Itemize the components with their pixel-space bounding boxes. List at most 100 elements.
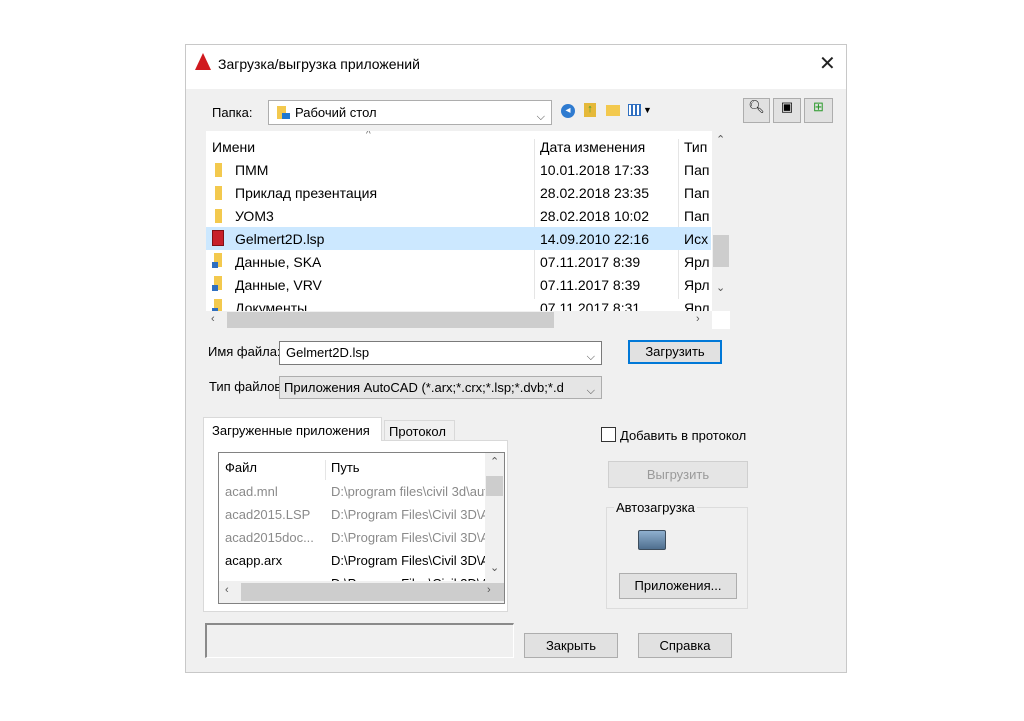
lsp-file-icon xyxy=(212,230,224,246)
file-row[interactable]: Gelmert2D.lsp 14.09.2010 22:16 Исх xyxy=(206,227,711,250)
file-row[interactable]: Данные, VRV 07.11.2017 8:39 Ярл xyxy=(206,273,711,296)
file-type: Пап xyxy=(684,208,710,224)
app-path: D:\Program Files\Civil 3D\AutoCAD 201 xyxy=(331,507,485,522)
autocad-logo-icon xyxy=(195,53,211,70)
loaded-app-row[interactable]: acad2015doc... D:\Program Files\Civil 3D\… xyxy=(219,526,485,549)
filetype-label: Тип файлов: xyxy=(209,379,285,394)
scroll-up-icon[interactable]: ⌃ xyxy=(490,455,499,468)
shortcut-arrow-icon xyxy=(212,262,218,268)
file-date: 14.09.2010 22:16 xyxy=(540,231,649,247)
loaded-list-vscroll[interactable]: ⌃ ⌄ xyxy=(485,453,504,581)
dropdown-arrow-icon[interactable]: ▼ xyxy=(643,105,652,115)
chevron-down-icon[interactable]: ⌵ xyxy=(587,346,595,368)
app-path: D:\Program Files\Civil 3D\AutoCAD 201 xyxy=(331,530,485,545)
add-to-log-label[interactable]: Добавить в протокол xyxy=(620,428,746,443)
folder-icon xyxy=(215,209,222,223)
up-folder-icon[interactable]: ↑ xyxy=(584,103,596,117)
filename-label: Имя файла: xyxy=(208,344,281,359)
filename-value: Gelmert2D.lsp xyxy=(286,345,370,360)
file-list-hscroll[interactable]: ‹ › xyxy=(206,311,712,329)
find-file-button[interactable]: 🔍︎ xyxy=(743,98,770,123)
file-name: Данные, SKA xyxy=(235,254,322,270)
app-path: D:\Program Files\Civil 3D\AutoCAD 201 xyxy=(331,553,485,568)
chevron-down-icon: ⌵ xyxy=(536,111,545,123)
filetype-select[interactable]: Приложения AutoCAD (*.arx;*.crx;*.lsp;*.… xyxy=(279,376,602,399)
desktop-icon xyxy=(282,113,290,119)
back-icon[interactable]: ◂ xyxy=(561,104,575,118)
scroll-down-icon[interactable]: ⌄ xyxy=(716,281,725,294)
file-date: 28.02.2018 23:35 xyxy=(540,185,649,201)
new-folder-icon[interactable] xyxy=(606,105,620,116)
file-name: ПММ xyxy=(235,162,269,178)
briefcase-icon xyxy=(638,530,666,550)
file-name: УОМ3 xyxy=(235,208,274,224)
loaded-apps-list[interactable]: Файл Путь acad.mnl D:\program files\civil… xyxy=(218,452,505,604)
filename-input[interactable]: Gelmert2D.lsp ⌵ xyxy=(279,341,602,365)
app-file: acad.mnl xyxy=(225,484,278,499)
scroll-up-icon[interactable]: ⌃ xyxy=(716,133,725,146)
loaded-list-hscroll[interactable]: ‹ › xyxy=(219,581,504,603)
folder-label: Папка: xyxy=(212,105,253,120)
folder-icon xyxy=(215,186,222,200)
filetype-value: Приложения AutoCAD (*.arx;*.crx;*.lsp;*.… xyxy=(284,380,564,395)
scroll-right-icon[interactable]: › xyxy=(696,313,700,325)
close-icon[interactable]: ✕ xyxy=(819,51,836,76)
file-type: Пап xyxy=(684,162,710,178)
file-list[interactable]: ^ Имени Дата изменения Тип ПММ 10.01.2018… xyxy=(206,131,730,329)
file-list-vscroll[interactable]: ⌃ ⌄ xyxy=(712,131,730,311)
file-name: Приклад презентация xyxy=(235,185,378,201)
add-to-log-checkbox[interactable] xyxy=(601,427,616,442)
column-header-name[interactable]: Имени xyxy=(212,139,255,155)
file-type: Ярл xyxy=(684,254,710,270)
app-file: acad2015doc... xyxy=(225,530,314,545)
add-to-history-button[interactable]: ⊞ xyxy=(804,98,833,123)
shortcut-arrow-icon xyxy=(212,285,218,291)
autoload-label: Автозагрузка xyxy=(614,500,697,515)
loaded-app-row[interactable]: acad.mnl D:\program files\civil 3d\autoca… xyxy=(219,480,485,503)
column-header-path[interactable]: Путь xyxy=(325,460,360,480)
load-button[interactable]: Загрузить xyxy=(628,340,722,364)
views-menu-icon[interactable] xyxy=(628,104,641,116)
folder-value: Рабочий стол xyxy=(295,105,377,120)
scroll-thumb[interactable] xyxy=(227,312,554,328)
tab-loaded-apps[interactable]: Загруженные приложения xyxy=(203,417,382,441)
loaded-app-row[interactable]: acapp.arx D:\Program Files\Civil 3D\AutoC… xyxy=(219,549,485,572)
title-bar: Загрузка/выгрузка приложений ✕ xyxy=(186,45,846,89)
file-date: 28.02.2018 10:02 xyxy=(540,208,649,224)
scroll-thumb[interactable] xyxy=(486,476,503,496)
file-name: Gelmert2D.lsp xyxy=(235,231,325,247)
locate-button[interactable]: ▣ xyxy=(773,98,801,123)
file-type: Исх xyxy=(684,231,709,247)
app-file: acapp.arx xyxy=(225,553,283,568)
startup-suite-button[interactable]: Приложения... xyxy=(619,573,737,599)
scroll-left-icon[interactable]: ‹ xyxy=(225,584,229,596)
scroll-thumb[interactable] xyxy=(713,235,729,267)
column-header-file[interactable]: Файл xyxy=(225,460,257,475)
file-date: 07.11.2017 8:39 xyxy=(540,277,641,293)
file-row[interactable]: Приклад презентация 28.02.2018 23:35 Пап xyxy=(206,181,711,204)
loaded-app-row[interactable]: acad2015.LSP D:\Program Files\Civil 3D\Au… xyxy=(219,503,485,526)
scroll-thumb[interactable] xyxy=(241,583,504,601)
file-date: 07.11.2017 8:39 xyxy=(540,254,641,270)
chevron-down-icon: ⌵ xyxy=(586,381,595,398)
close-button[interactable]: Закрыть xyxy=(524,633,618,658)
folder-combo[interactable]: Рабочий стол ⌵ xyxy=(268,100,552,125)
app-file: acad2015.LSP xyxy=(225,507,311,522)
folder-icon xyxy=(215,163,222,177)
unload-button[interactable]: Выгрузить xyxy=(608,461,748,488)
file-row[interactable]: ПММ 10.01.2018 17:33 Пап xyxy=(206,158,711,181)
status-box xyxy=(205,623,514,658)
tab-log[interactable]: Протокол xyxy=(384,420,455,441)
file-row[interactable]: Данные, SKA 07.11.2017 8:39 Ярл xyxy=(206,250,711,273)
scroll-left-icon[interactable]: ‹ xyxy=(211,313,215,325)
scroll-right-icon[interactable]: › xyxy=(487,584,491,596)
file-name: Данные, VRV xyxy=(235,277,322,293)
file-row[interactable]: УОМ3 28.02.2018 10:02 Пап xyxy=(206,204,711,227)
dialog-title: Загрузка/выгрузка приложений xyxy=(218,56,420,72)
tab-panel: Файл Путь acad.mnl D:\program files\civil… xyxy=(203,440,508,612)
scroll-down-icon[interactable]: ⌄ xyxy=(490,561,499,574)
help-button[interactable]: Справка xyxy=(638,633,732,658)
app-path: D:\program files\civil 3d\autocad 2015\s xyxy=(331,484,485,499)
file-type: Пап xyxy=(684,185,710,201)
sort-arrow-icon: ^ xyxy=(366,131,371,140)
